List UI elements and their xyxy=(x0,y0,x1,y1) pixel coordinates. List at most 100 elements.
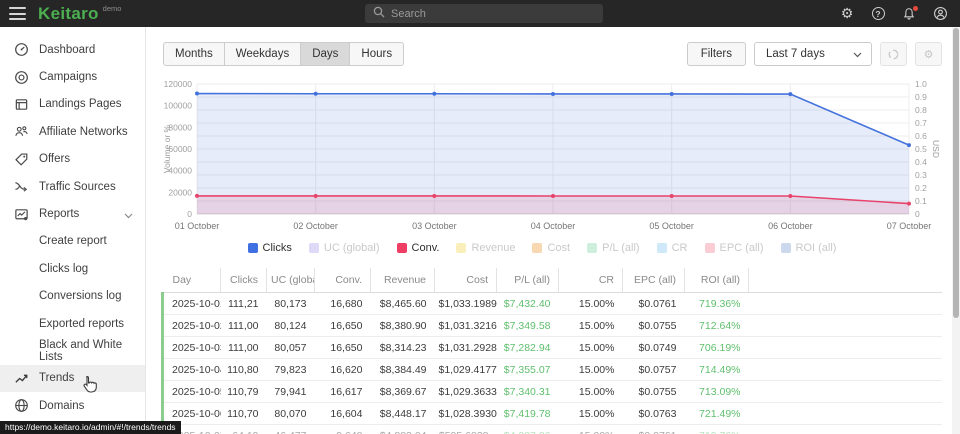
chevron-down-icon xyxy=(124,210,133,222)
notifications-bell-icon[interactable] xyxy=(901,6,917,22)
table-row[interactable]: 2025-10-05110,7979,94116,617$8,369.67$1,… xyxy=(163,381,943,403)
sidebar-item-dashboard[interactable]: Dashboard xyxy=(0,36,145,63)
legend-item-conv[interactable]: Conv. xyxy=(397,242,440,254)
cell-epc-all: $0.0755 xyxy=(623,315,685,337)
column-header-conv[interactable]: Conv. xyxy=(315,268,371,293)
column-header-p-l-all[interactable]: P/L (all) xyxy=(497,268,559,293)
cell-clicks: 111,00 xyxy=(221,315,267,337)
svg-text:0.7: 0.7 xyxy=(915,118,927,128)
cell-day: 2025-10-04 xyxy=(163,359,221,381)
svg-text:0.5: 0.5 xyxy=(915,144,927,154)
sidebar-item-label: Exported reports xyxy=(39,318,124,330)
sidebar-item-offers[interactable]: Offers xyxy=(0,146,145,173)
legend-label: EPC (all) xyxy=(720,242,764,254)
tab-months[interactable]: Months xyxy=(164,43,225,65)
chart-settings-button[interactable]: ⚙ xyxy=(915,42,942,66)
svg-text:02 October: 02 October xyxy=(293,221,338,231)
sidebar-item-exported-reports[interactable]: Exported reports xyxy=(0,310,145,337)
cell-day: 2025-10-01 xyxy=(163,293,221,315)
trends-toolbar: MonthsWeekdaysDaysHours Filters Last 7 d… xyxy=(163,42,942,66)
sidebar-item-campaigns[interactable]: Campaigns xyxy=(0,63,145,90)
scrollbar-thumb[interactable] xyxy=(953,28,959,318)
cell-epc-all: $0.0761 xyxy=(623,425,685,434)
svg-text:Volume or %: Volume or % xyxy=(162,124,172,173)
sidebar-item-domains[interactable]: Domains xyxy=(0,392,145,419)
refresh-button[interactable] xyxy=(880,42,907,66)
sidebar-item-label: Domains xyxy=(39,400,84,412)
people-icon xyxy=(14,124,29,139)
table-row[interactable]: 2025-10-06110,7080,07016,604$8,448.17$1,… xyxy=(163,403,943,425)
sidebar-item-landings-pages[interactable]: Landings Pages xyxy=(0,91,145,118)
tab-days[interactable]: Days xyxy=(301,43,350,65)
tab-hours[interactable]: Hours xyxy=(350,43,403,65)
filters-button[interactable]: Filters xyxy=(687,42,746,66)
column-header-revenue[interactable]: Revenue xyxy=(371,268,435,293)
cell-clicks: 111,21 xyxy=(221,293,267,315)
brand-logo[interactable]: Keitaro xyxy=(38,0,99,27)
cell-clicks: 110,70 xyxy=(221,403,267,425)
date-range-select[interactable]: Last 7 days xyxy=(754,42,872,66)
sidebar-item-traffic-sources[interactable]: Traffic Sources xyxy=(0,173,145,200)
column-header-roi-all[interactable]: ROI (all) xyxy=(685,268,749,293)
cell-clicks: 110,79 xyxy=(221,381,267,403)
legend-item-uc-global[interactable]: UC (global) xyxy=(309,242,380,254)
cell-revenue: $8,380.90 xyxy=(371,315,435,337)
cell-cost: $1,029.3633 xyxy=(435,381,497,403)
cell-cr: 15.00% xyxy=(559,403,623,425)
profile-avatar-icon[interactable] xyxy=(932,6,948,22)
sidebar-item-reports[interactable]: Reports xyxy=(0,200,145,227)
table-row[interactable]: 2025-10-03111,0080,05716,650$8,314.23$1,… xyxy=(163,337,943,359)
chart-legend: Clicks UC (global) Conv. Revenue Cost P/L (al… xyxy=(147,242,937,254)
column-header-clicks[interactable]: Clicks xyxy=(221,268,267,293)
sidebar-item-trends[interactable]: Trends xyxy=(0,365,145,392)
sidebar-item-affiliate-networks[interactable]: Affiliate Networks xyxy=(0,118,145,145)
trend-icon xyxy=(14,371,29,386)
status-url-bar: https://demo.keitaro.io/admin/#!/trends/… xyxy=(0,421,181,434)
legend-item-clicks[interactable]: Clicks xyxy=(248,242,292,254)
settings-gear-icon[interactable]: ⚙ xyxy=(839,6,855,22)
cell-revenue: $8,384.49 xyxy=(371,359,435,381)
svg-text:0.2: 0.2 xyxy=(915,183,927,193)
legend-item-cr[interactable]: CR xyxy=(657,242,688,254)
cell-uc-global: 79,823 xyxy=(267,359,315,381)
svg-text:0.4: 0.4 xyxy=(915,157,927,167)
column-header-cr[interactable]: CR xyxy=(559,268,623,293)
legend-swatch xyxy=(309,243,319,253)
table-row[interactable]: 2025-10-01111,2180,17316,680$8,465.60$1,… xyxy=(163,293,943,315)
column-header-cost[interactable]: Cost xyxy=(435,268,497,293)
legend-item-epc-all[interactable]: EPC (all) xyxy=(705,242,764,254)
sidebar-item-black-and-white-lists[interactable]: Black and White Lists xyxy=(0,337,145,364)
cell-epc-all: $0.0763 xyxy=(623,403,685,425)
hamburger-menu-icon[interactable] xyxy=(9,7,26,20)
cell-revenue: $8,369.67 xyxy=(371,381,435,403)
svg-text:04 October: 04 October xyxy=(531,221,576,231)
cell-roi-all: 713.09% xyxy=(685,381,749,403)
cell-cost: $1,029.4177 xyxy=(435,359,497,381)
cell-uc-global: 79,941 xyxy=(267,381,315,403)
column-header-epc-all[interactable]: EPC (all) xyxy=(623,268,685,293)
cell-epc-all: $0.0761 xyxy=(623,293,685,315)
legend-item-roi-all[interactable]: ROI (all) xyxy=(781,242,837,254)
cell-roi-all: 721.49% xyxy=(685,403,749,425)
svg-text:0: 0 xyxy=(187,209,192,219)
legend-item-p-l-all[interactable]: P/L (all) xyxy=(587,242,640,254)
sidebar-item-create-report[interactable]: Create report xyxy=(0,228,145,255)
table-row[interactable]: 2025-10-02111,0080,12416,650$8,380.90$1,… xyxy=(163,315,943,337)
column-header-uc-global[interactable]: UC (global) xyxy=(267,268,315,293)
legend-label: Conv. xyxy=(412,242,440,254)
search-input[interactable] xyxy=(391,8,571,20)
tab-weekdays[interactable]: Weekdays xyxy=(225,43,301,65)
sidebar-item-conversions-log[interactable]: Conversions log xyxy=(0,283,145,310)
cell-roi-all: 712.64% xyxy=(685,315,749,337)
column-header-day[interactable]: Day xyxy=(163,268,221,293)
help-icon[interactable]: ? xyxy=(870,6,886,22)
svg-text:0.1: 0.1 xyxy=(915,196,927,206)
search-box[interactable] xyxy=(365,4,603,23)
table-row[interactable]: 2025-10-04110,8079,82316,620$8,384.49$1,… xyxy=(163,359,943,381)
legend-item-revenue[interactable]: Revenue xyxy=(456,242,515,254)
table-row[interactable]: 2025-10-0764,1946,4779,648$4,883.04$595.… xyxy=(163,425,943,434)
table-header-row: DayClicksUC (global)Conv.RevenueCostP/L … xyxy=(163,268,943,293)
legend-item-cost[interactable]: Cost xyxy=(532,242,570,254)
column-header-filler xyxy=(749,268,943,293)
sidebar-item-clicks-log[interactable]: Clicks log xyxy=(0,255,145,282)
